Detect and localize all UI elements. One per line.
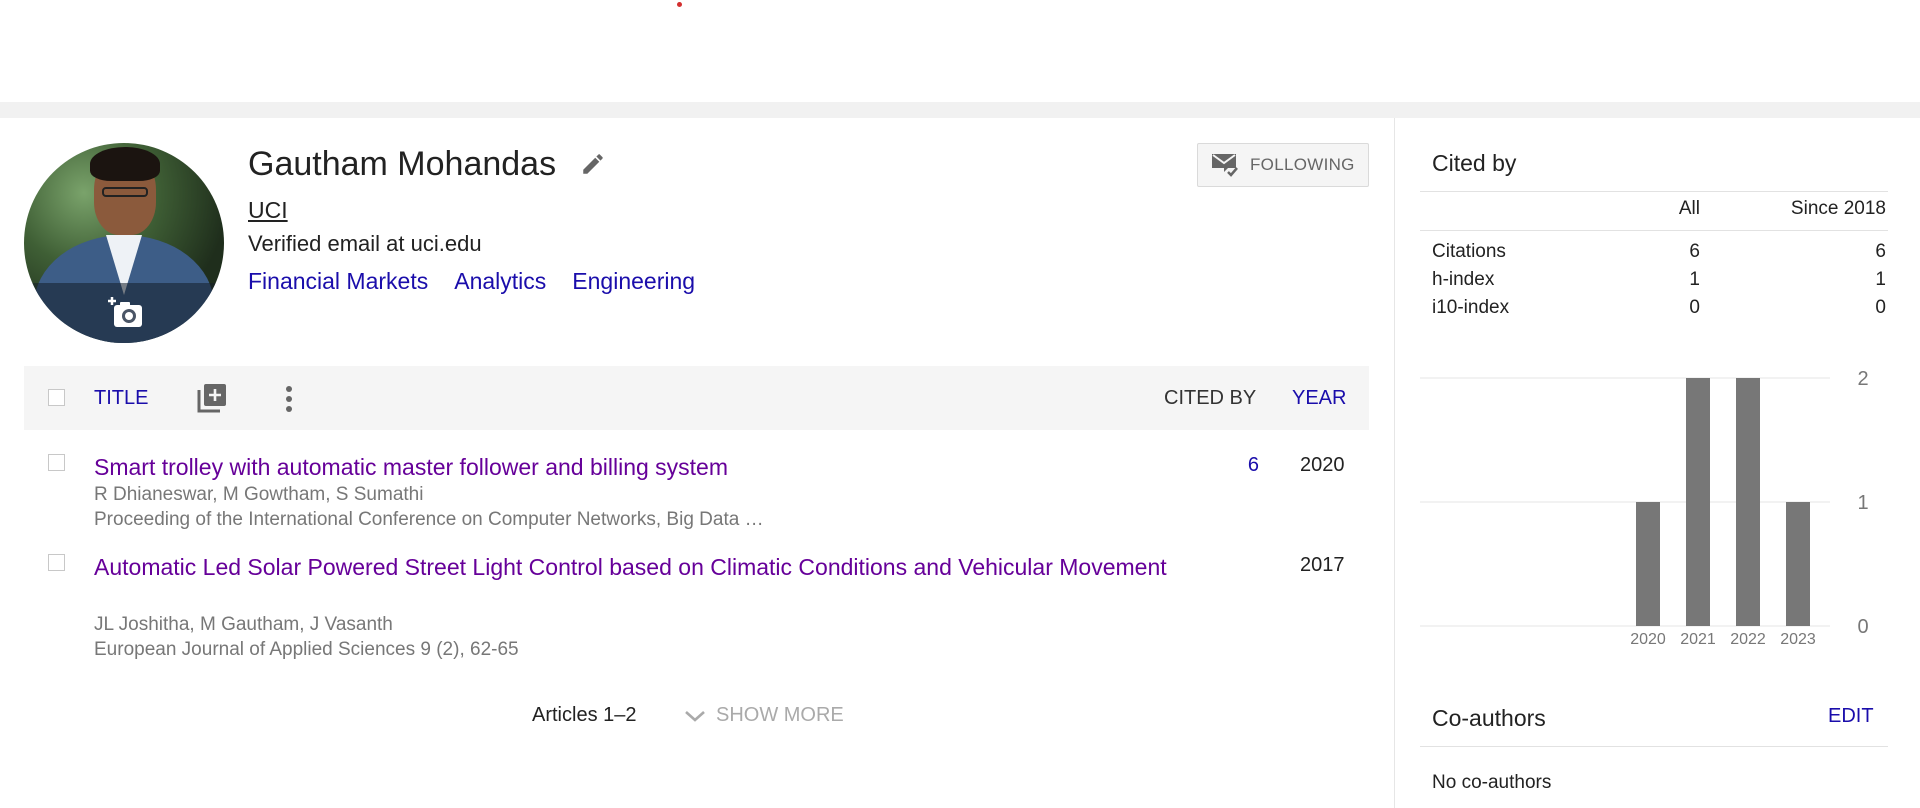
coauthors-edit-button[interactable]: EDIT <box>1828 705 1874 728</box>
row-checkbox[interactable] <box>48 454 65 471</box>
x-tick-label: 2023 <box>1780 631 1816 648</box>
interests: Financial Markets Analytics Engineering <box>248 268 695 295</box>
stat-since: 0 <box>1875 297 1886 318</box>
citations-bar-chart: 0 1 2 2020 2021 2022 2023 <box>1420 368 1869 648</box>
interest-link[interactable]: Analytics <box>454 268 546 295</box>
bar-2022 <box>1736 378 1760 626</box>
sort-title[interactable]: TITLE <box>94 387 148 410</box>
article-title-link[interactable]: Automatic Led Solar Powered Street Light… <box>94 552 1184 582</box>
stat-all: 0 <box>1689 297 1700 318</box>
avatar-glasses <box>102 187 148 197</box>
table-row: Automatic Led Solar Powered Street Light… <box>24 552 1369 662</box>
stats-row: i10-index 0 0 <box>1420 297 1888 325</box>
column-since: Since 2018 <box>1790 198 1886 219</box>
top-bar <box>0 0 1920 102</box>
header-band <box>0 102 1920 118</box>
following-label: FOLLOWING <box>1250 155 1355 174</box>
add-library-icon[interactable] <box>197 383 227 413</box>
affiliation-link[interactable]: UCI <box>248 197 288 224</box>
show-more-label: SHOW MORE <box>716 704 844 726</box>
bar-2021 <box>1686 378 1710 626</box>
stat-all: 6 <box>1689 241 1700 262</box>
divider <box>1420 230 1888 231</box>
citation-stats-table: All Since 2018 Citations 6 6 h-index 1 1… <box>1420 198 1888 325</box>
edit-pencil-icon[interactable] <box>580 151 606 177</box>
sort-cited-by[interactable]: CITED BY <box>1164 387 1256 410</box>
following-button[interactable]: FOLLOWING <box>1197 143 1369 187</box>
avatar-hair <box>90 147 160 181</box>
add-photo-icon[interactable] <box>108 295 144 329</box>
row-checkbox[interactable] <box>48 554 65 571</box>
stat-label: h-index <box>1432 269 1495 290</box>
select-all-checkbox[interactable] <box>48 389 65 406</box>
article-year: 2020 <box>1300 454 1345 476</box>
article-authors: R Dhianeswar, M Gowtham, S Sumathi <box>94 484 424 505</box>
stats-header-row: All Since 2018 <box>1420 198 1888 230</box>
table-header: TITLE CITED BY YEAR <box>24 366 1369 430</box>
stat-all: 1 <box>1689 269 1700 290</box>
article-authors: JL Joshitha, M Gautham, J Vasanth <box>94 614 393 635</box>
stats-row: Citations 6 6 <box>1420 241 1888 269</box>
stat-since: 1 <box>1875 269 1886 290</box>
mail-check-icon <box>1212 154 1238 177</box>
x-tick-label: 2020 <box>1630 631 1666 648</box>
article-year: 2017 <box>1300 554 1345 576</box>
divider <box>1420 191 1888 192</box>
avatar[interactable] <box>24 143 224 343</box>
bar-2020 <box>1636 502 1660 626</box>
profile-name: Gautham Mohandas <box>248 144 557 183</box>
sort-year[interactable]: YEAR <box>1292 387 1346 410</box>
y-tick-label: 1 <box>1857 492 1868 514</box>
table-row: Smart trolley with automatic master foll… <box>24 452 1369 532</box>
cited-by-title: Cited by <box>1432 150 1517 176</box>
article-venue: European Journal of Applied Sciences 9 (… <box>94 639 519 660</box>
column-divider <box>1394 118 1395 808</box>
no-coauthors-text: No co-authors <box>1432 772 1552 793</box>
stat-label: i10-index <box>1432 297 1510 318</box>
bar-2023 <box>1786 502 1810 626</box>
show-more-button[interactable]: SHOW MORE <box>684 704 844 727</box>
article-cited-by-link[interactable]: 6 <box>1248 454 1259 477</box>
more-vert-icon[interactable] <box>284 384 294 414</box>
name-row: Gautham Mohandas <box>248 144 606 184</box>
x-tick-label: 2021 <box>1680 631 1716 648</box>
stat-label: Citations <box>1432 241 1506 262</box>
interest-link[interactable]: Engineering <box>572 268 695 295</box>
coauthors-title: Co-authors <box>1432 705 1546 731</box>
divider <box>1420 746 1888 747</box>
stats-row: h-index 1 1 <box>1420 269 1888 297</box>
red-dot <box>677 2 682 7</box>
articles-range: Articles 1–2 <box>532 704 637 726</box>
interest-link[interactable]: Financial Markets <box>248 268 428 295</box>
article-venue: Proceeding of the International Conferen… <box>94 509 764 530</box>
stat-since: 6 <box>1875 241 1886 262</box>
chevron-down-icon <box>685 710 705 722</box>
article-title-link[interactable]: Smart trolley with automatic master foll… <box>94 452 1184 482</box>
y-tick-label: 0 <box>1857 616 1868 638</box>
column-all: All <box>1678 198 1700 219</box>
verified-email: Verified email at uci.edu <box>248 231 482 256</box>
x-tick-label: 2022 <box>1730 631 1766 648</box>
y-tick-label: 2 <box>1857 368 1868 390</box>
